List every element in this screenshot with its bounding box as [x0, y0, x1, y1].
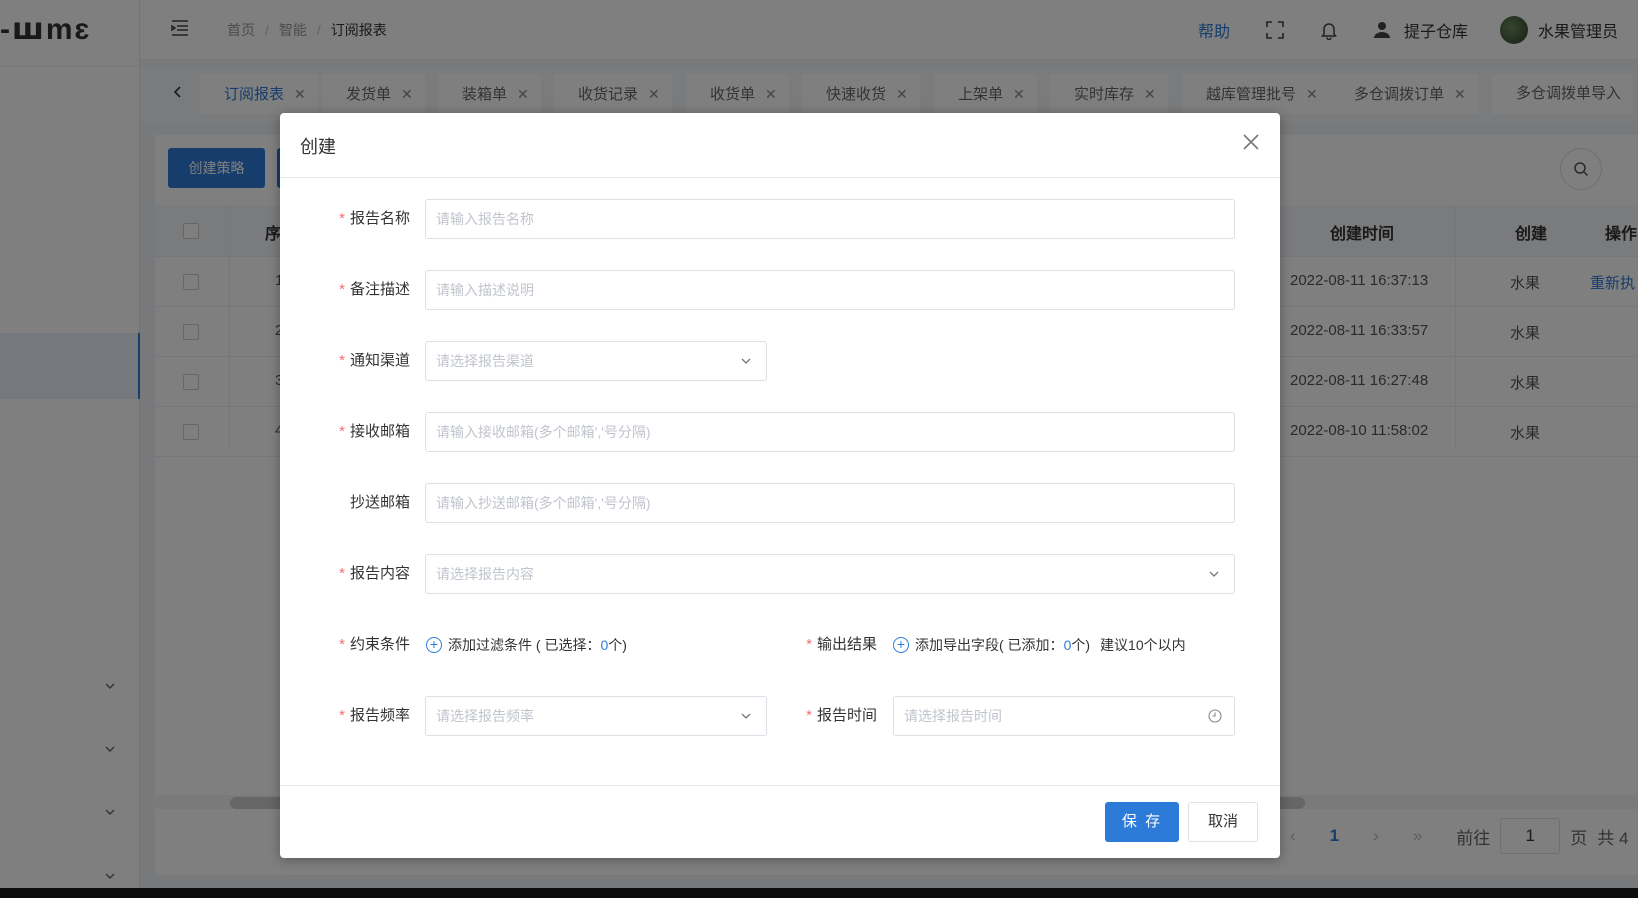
- recv-email-label: * 接收邮箱: [339, 423, 410, 440]
- required-mark: *: [339, 565, 345, 582]
- required-mark: *: [339, 636, 345, 653]
- frequency-placeholder: 请选择报告频率: [436, 708, 534, 724]
- form-row-content: * 报告内容 请选择报告内容: [280, 554, 1280, 594]
- plus-circle-icon: +: [426, 637, 442, 653]
- required-mark: *: [339, 210, 345, 227]
- chevron-down-icon: [740, 342, 754, 380]
- form-row-channel: * 通知渠道 请选择报告渠道: [280, 341, 1280, 381]
- create-dialog: 创建 * 报告名称 请输入报告名称 * 备注描述 请输入描述说明 * 通知渠道 请选择…: [280, 113, 1280, 858]
- dialog-header: 创建: [280, 113, 1280, 178]
- plus-circle-icon: +: [893, 637, 909, 653]
- output-label: * 输出结果: [806, 636, 877, 653]
- form-row-frequency-time: * 报告频率 请选择报告频率 * 报告时间 请选择报告时间: [280, 696, 1280, 736]
- time-picker[interactable]: 请选择报告时间: [893, 696, 1235, 736]
- channel-label: * 通知渠道: [339, 352, 410, 369]
- required-mark: *: [339, 352, 345, 369]
- clock-icon: [1208, 697, 1222, 735]
- remark-input[interactable]: 请输入描述说明: [425, 270, 1235, 310]
- content-label: * 报告内容: [339, 565, 410, 582]
- constraint-label: * 约束条件: [339, 636, 410, 653]
- time-label: * 报告时间: [806, 707, 877, 724]
- recv-email-input[interactable]: 请输入接收邮箱(多个邮箱','号分隔): [425, 412, 1235, 452]
- chevron-down-icon: [1208, 555, 1222, 593]
- close-icon[interactable]: [1240, 131, 1262, 153]
- cc-email-label: 抄送邮箱: [349, 494, 410, 511]
- required-mark: *: [806, 636, 812, 653]
- form-row-cc-email: 抄送邮箱 请输入抄送邮箱(多个邮箱','号分隔): [280, 483, 1280, 523]
- cc-email-input[interactable]: 请输入抄送邮箱(多个邮箱','号分隔): [425, 483, 1235, 523]
- output-hint: 建议10个以内: [1100, 637, 1186, 653]
- add-export-field-button[interactable]: + 添加导出字段( 已添加： 0 个) 建议10个以内: [893, 625, 1186, 665]
- required-mark: *: [339, 281, 345, 298]
- channel-select[interactable]: 请选择报告渠道: [425, 341, 767, 381]
- form-row-report-name: * 报告名称 请输入报告名称: [280, 199, 1280, 239]
- dialog-footer: 保 存 取消: [280, 785, 1280, 858]
- form-row-remark: * 备注描述 请输入描述说明: [280, 270, 1280, 310]
- save-button[interactable]: 保 存: [1105, 802, 1179, 842]
- report-name-input[interactable]: 请输入报告名称: [425, 199, 1235, 239]
- channel-placeholder: 请选择报告渠道: [436, 353, 534, 369]
- add-filter-button[interactable]: + 添加过滤条件 ( 已选择： 0 个): [426, 625, 627, 665]
- content-placeholder: 请选择报告内容: [436, 566, 534, 582]
- remark-label: * 备注描述: [339, 281, 410, 298]
- dialog-title: 创建: [300, 137, 336, 157]
- frequency-label: * 报告频率: [339, 707, 410, 724]
- content-select[interactable]: 请选择报告内容: [425, 554, 1235, 594]
- frequency-select[interactable]: 请选择报告频率: [425, 696, 767, 736]
- required-mark: *: [806, 707, 812, 724]
- form-row-recv-email: * 接收邮箱 请输入接收邮箱(多个邮箱','号分隔): [280, 412, 1280, 452]
- time-placeholder: 请选择报告时间: [904, 708, 1002, 724]
- form-row-constraint-output: * 约束条件 + 添加过滤条件 ( 已选择： 0 个) * 输出结果 + 添加导出字段(…: [280, 625, 1280, 665]
- cancel-button[interactable]: 取消: [1188, 802, 1258, 842]
- report-name-label: * 报告名称: [339, 210, 410, 227]
- required-mark: *: [339, 707, 345, 724]
- required-mark: *: [339, 423, 345, 440]
